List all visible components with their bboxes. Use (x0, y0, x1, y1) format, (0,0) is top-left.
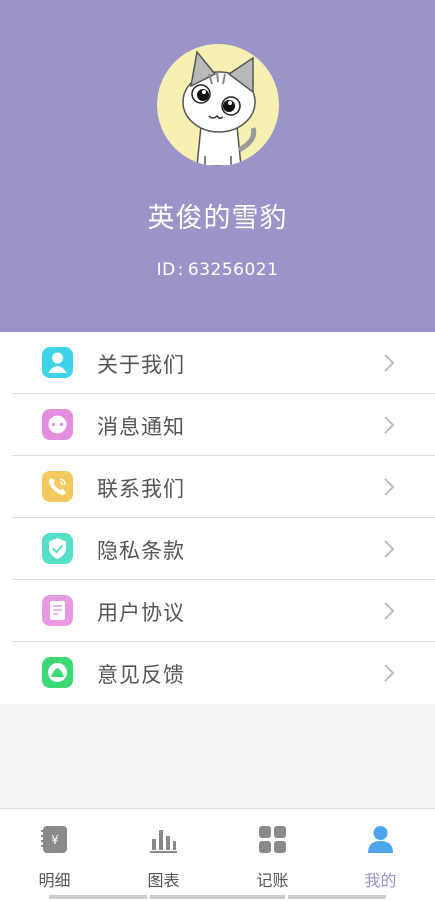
chevron-right-icon (384, 478, 395, 496)
username: 英俊的雪豹 (147, 203, 288, 234)
tab-bookkeeping[interactable]: 记账 (218, 809, 327, 901)
svg-text:¥: ¥ (51, 833, 59, 847)
menu-label: 关于我们 (97, 353, 185, 377)
chevron-right-icon (384, 664, 395, 682)
menu-label: 消息通知 (97, 415, 185, 439)
menu-label: 隐私条款 (97, 539, 185, 563)
tab-charts[interactable]: 图表 (109, 809, 218, 901)
bottom-indicator (288, 895, 386, 899)
user-id-value: 63256021 (187, 260, 279, 280)
chevron-right-icon (384, 416, 395, 434)
ledger-icon: ¥ (41, 826, 67, 853)
tab-label: 明细 (38, 871, 71, 890)
menu-item-notifications[interactable]: 消息通知 (0, 394, 435, 456)
menu-item-privacy[interactable]: 隐私条款 (0, 518, 435, 580)
document-icon (42, 595, 73, 626)
bottom-indicator (150, 895, 285, 899)
menu-item-feedback[interactable]: 意见反馈 (0, 642, 435, 704)
menu-item-contact[interactable]: 联系我们 (0, 456, 435, 518)
chevron-right-icon (384, 602, 395, 620)
tab-bar: ¥ 明细 图表 记账 我的 (0, 808, 435, 901)
menu-label: 意见反馈 (97, 663, 185, 687)
menu-item-agreement[interactable]: 用户协议 (0, 580, 435, 642)
bottom-indicator (49, 895, 147, 899)
profile-header: 英俊的雪豹 ID:63256021 (0, 0, 435, 332)
settings-menu: 关于我们 消息通知 联系我们 隐私条款 用户协议 意见反馈 (0, 332, 435, 704)
phone-icon (42, 471, 73, 502)
chat-icon (42, 409, 73, 440)
user-icon (42, 347, 73, 378)
tab-label: 图表 (147, 871, 180, 890)
tab-label: 记账 (256, 871, 289, 890)
feedback-icon (42, 657, 73, 688)
tab-label: 我的 (364, 871, 397, 890)
user-id-separator: : (177, 260, 184, 280)
chevron-right-icon (384, 540, 395, 558)
cat-avatar-icon (182, 50, 257, 166)
bar-chart-icon (150, 830, 177, 853)
person-icon (368, 826, 393, 853)
user-id: ID:63256021 (0, 260, 435, 280)
user-id-label: ID (156, 260, 176, 280)
shield-icon (42, 533, 73, 564)
menu-label: 联系我们 (97, 477, 185, 501)
tab-details[interactable]: ¥ 明细 (0, 809, 109, 901)
tab-mine[interactable]: 我的 (326, 809, 435, 901)
menu-label: 用户协议 (97, 601, 185, 625)
menu-item-about[interactable]: 关于我们 (0, 332, 435, 394)
grid-icon (259, 826, 286, 853)
avatar[interactable] (157, 44, 279, 166)
chevron-right-icon (384, 354, 395, 372)
